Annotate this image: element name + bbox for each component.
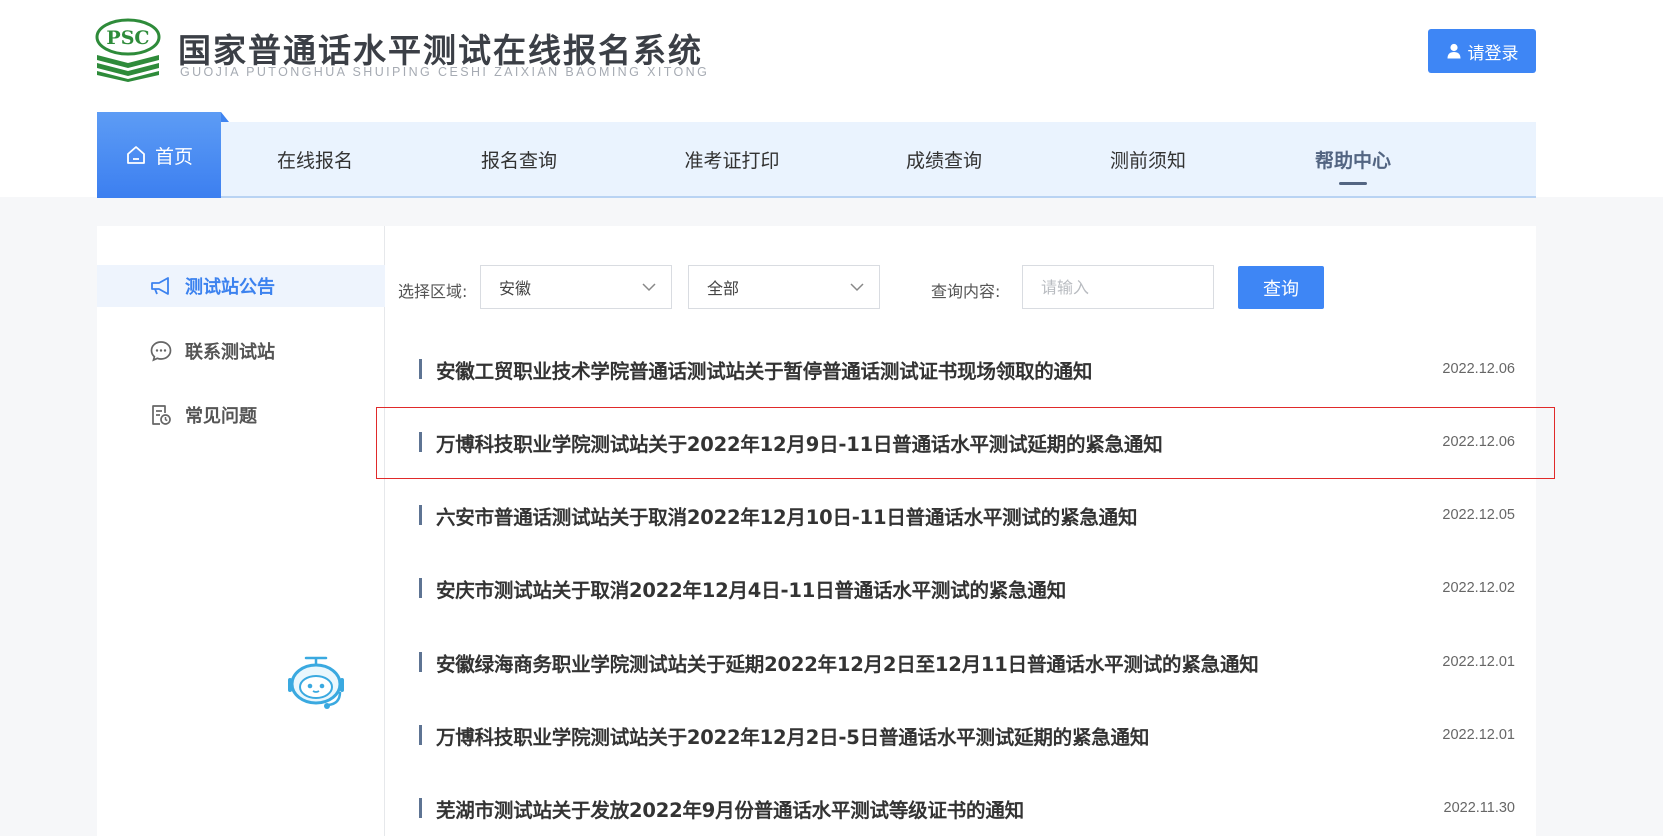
notice-bullet bbox=[419, 798, 422, 818]
notice-date: 2022.11.30 bbox=[1443, 800, 1516, 816]
notice-title: 安徽绿海商务职业学院测试站关于延期2022年12月2日至12月11日普通话水平测… bbox=[436, 652, 1259, 676]
region-select-value: 安徽 bbox=[499, 279, 532, 298]
notice-title: 万博科技职业学院测试站关于2022年12月2日-5日普通话水平测试延期的紧急通知 bbox=[436, 725, 1150, 749]
chevron-down-icon bbox=[850, 283, 864, 292]
nav-item-pretest-notice[interactable]: 测前须知 bbox=[1078, 122, 1218, 196]
chat-bubble-icon bbox=[150, 341, 172, 362]
notice-date: 2022.12.06 bbox=[1442, 361, 1515, 377]
psc-logo-icon: PSC bbox=[95, 18, 161, 82]
region-select[interactable]: 安徽 bbox=[480, 265, 672, 309]
content-panel: 测试站公告 联系测试站 常见问题 选择区域: 安徽 全部 查询内容: 请输入 查… bbox=[97, 226, 1536, 836]
sidebar-item-contact-station[interactable]: 联系测试站 bbox=[97, 330, 385, 372]
chevron-down-icon bbox=[642, 283, 656, 292]
notice-bullet bbox=[419, 432, 422, 452]
notice-item[interactable]: 万博科技职业学院测试站关于2022年12月2日-5日普通话水平测试延期的紧急通知… bbox=[419, 715, 1515, 755]
scope-select[interactable]: 全部 bbox=[688, 265, 880, 309]
user-icon bbox=[1447, 43, 1460, 59]
notice-item[interactable]: 万博科技职业学院测试站关于2022年12月9日-11日普通话水平测试延期的紧急通… bbox=[419, 422, 1515, 462]
document-clock-icon bbox=[152, 405, 171, 425]
nav-active-underline bbox=[1339, 182, 1367, 185]
sidebar: 测试站公告 联系测试站 常见问题 bbox=[97, 226, 385, 836]
search-input[interactable] bbox=[1022, 265, 1214, 309]
notice-title: 六安市普通话测试站关于取消2022年12月10日-11日普通话水平测试的紧急通知 bbox=[436, 505, 1138, 529]
nav-item-signup-query[interactable]: 报名查询 bbox=[449, 122, 589, 196]
sidebar-label: 常见问题 bbox=[185, 406, 257, 427]
notice-title: 万博科技职业学院测试站关于2022年12月9日-11日普通话水平测试延期的紧急通… bbox=[436, 432, 1163, 456]
login-label: 请登录 bbox=[1467, 43, 1519, 64]
notice-date: 2022.12.05 bbox=[1442, 507, 1515, 523]
sidebar-item-faq[interactable]: 常见问题 bbox=[97, 394, 385, 436]
notice-title: 安庆市测试站关于取消2022年12月4日-11日普通话水平测试的紧急通知 bbox=[436, 578, 1067, 602]
notice-bullet bbox=[419, 359, 422, 379]
notice-item[interactable]: 安庆市测试站关于取消2022年12月4日-11日普通话水平测试的紧急通知 202… bbox=[419, 568, 1515, 608]
notice-bullet bbox=[419, 578, 422, 598]
sidebar-label: 联系测试站 bbox=[185, 342, 275, 363]
notice-date: 2022.12.01 bbox=[1442, 654, 1515, 670]
notice-item[interactable]: 芜湖市测试站关于发放2022年9月份普通话水平测试等级证书的通知 2022.11… bbox=[419, 788, 1515, 828]
notice-item[interactable]: 六安市普通话测试站关于取消2022年12月10日-11日普通话水平测试的紧急通知… bbox=[419, 495, 1515, 535]
region-label: 选择区域: bbox=[398, 282, 468, 301]
nav-label-home: 首页 bbox=[154, 145, 193, 168]
notice-item[interactable]: 安徽工贸职业技术学院普通话测试站关于暂停普通话测试证书现场领取的通知 2022.… bbox=[419, 349, 1515, 389]
notice-date: 2022.12.01 bbox=[1442, 727, 1515, 743]
nav-item-home[interactable]: 首页 bbox=[97, 112, 229, 198]
nav-item-help-center[interactable]: 帮助中心 bbox=[1283, 122, 1423, 196]
notice-item[interactable]: 安徽绿海商务职业学院测试站关于延期2022年12月2日至12月11日普通话水平测… bbox=[419, 642, 1515, 682]
robot-assistant-icon[interactable] bbox=[284, 656, 348, 714]
notice-date: 2022.12.02 bbox=[1442, 580, 1515, 596]
home-icon bbox=[127, 146, 145, 164]
main-nav: 首页 在线报名 报名查询 准考证打印 成绩查询 测前须知 帮助中心 bbox=[97, 112, 1536, 198]
sidebar-item-station-announcements[interactable]: 测试站公告 bbox=[97, 265, 385, 307]
query-label: 查询内容: bbox=[931, 282, 1001, 301]
scope-select-value: 全部 bbox=[707, 279, 740, 298]
login-button[interactable]: 请登录 bbox=[1428, 29, 1536, 73]
notice-date: 2022.12.06 bbox=[1442, 434, 1515, 450]
notice-title: 芜湖市测试站关于发放2022年9月份普通话水平测试等级证书的通知 bbox=[436, 798, 1024, 822]
query-button[interactable]: 查询 bbox=[1238, 266, 1324, 309]
nav-item-score-query[interactable]: 成绩查询 bbox=[874, 122, 1014, 196]
site-subtitle: GUOJIA PUTONGHUA SHUIPING CESHI ZAIXIAN … bbox=[180, 65, 710, 79]
nav-item-online-signup[interactable]: 在线报名 bbox=[245, 122, 385, 196]
notice-title: 安徽工贸职业技术学院普通话测试站关于暂停普通话测试证书现场领取的通知 bbox=[436, 359, 1093, 383]
site-logo[interactable]: PSC 国家普通话水平测试在线报名系统 GUOJIA PUTONGHUA SHU… bbox=[94, 18, 814, 82]
notice-bullet bbox=[419, 725, 422, 745]
logo-abbr: PSC bbox=[106, 27, 149, 49]
nav-item-admission-ticket[interactable]: 准考证打印 bbox=[652, 122, 812, 196]
notice-bullet bbox=[419, 652, 422, 672]
nav-label-help-center: 帮助中心 bbox=[1314, 149, 1391, 172]
megaphone-icon bbox=[151, 277, 169, 295]
sidebar-label: 测试站公告 bbox=[185, 277, 275, 298]
notice-bullet bbox=[419, 505, 422, 525]
